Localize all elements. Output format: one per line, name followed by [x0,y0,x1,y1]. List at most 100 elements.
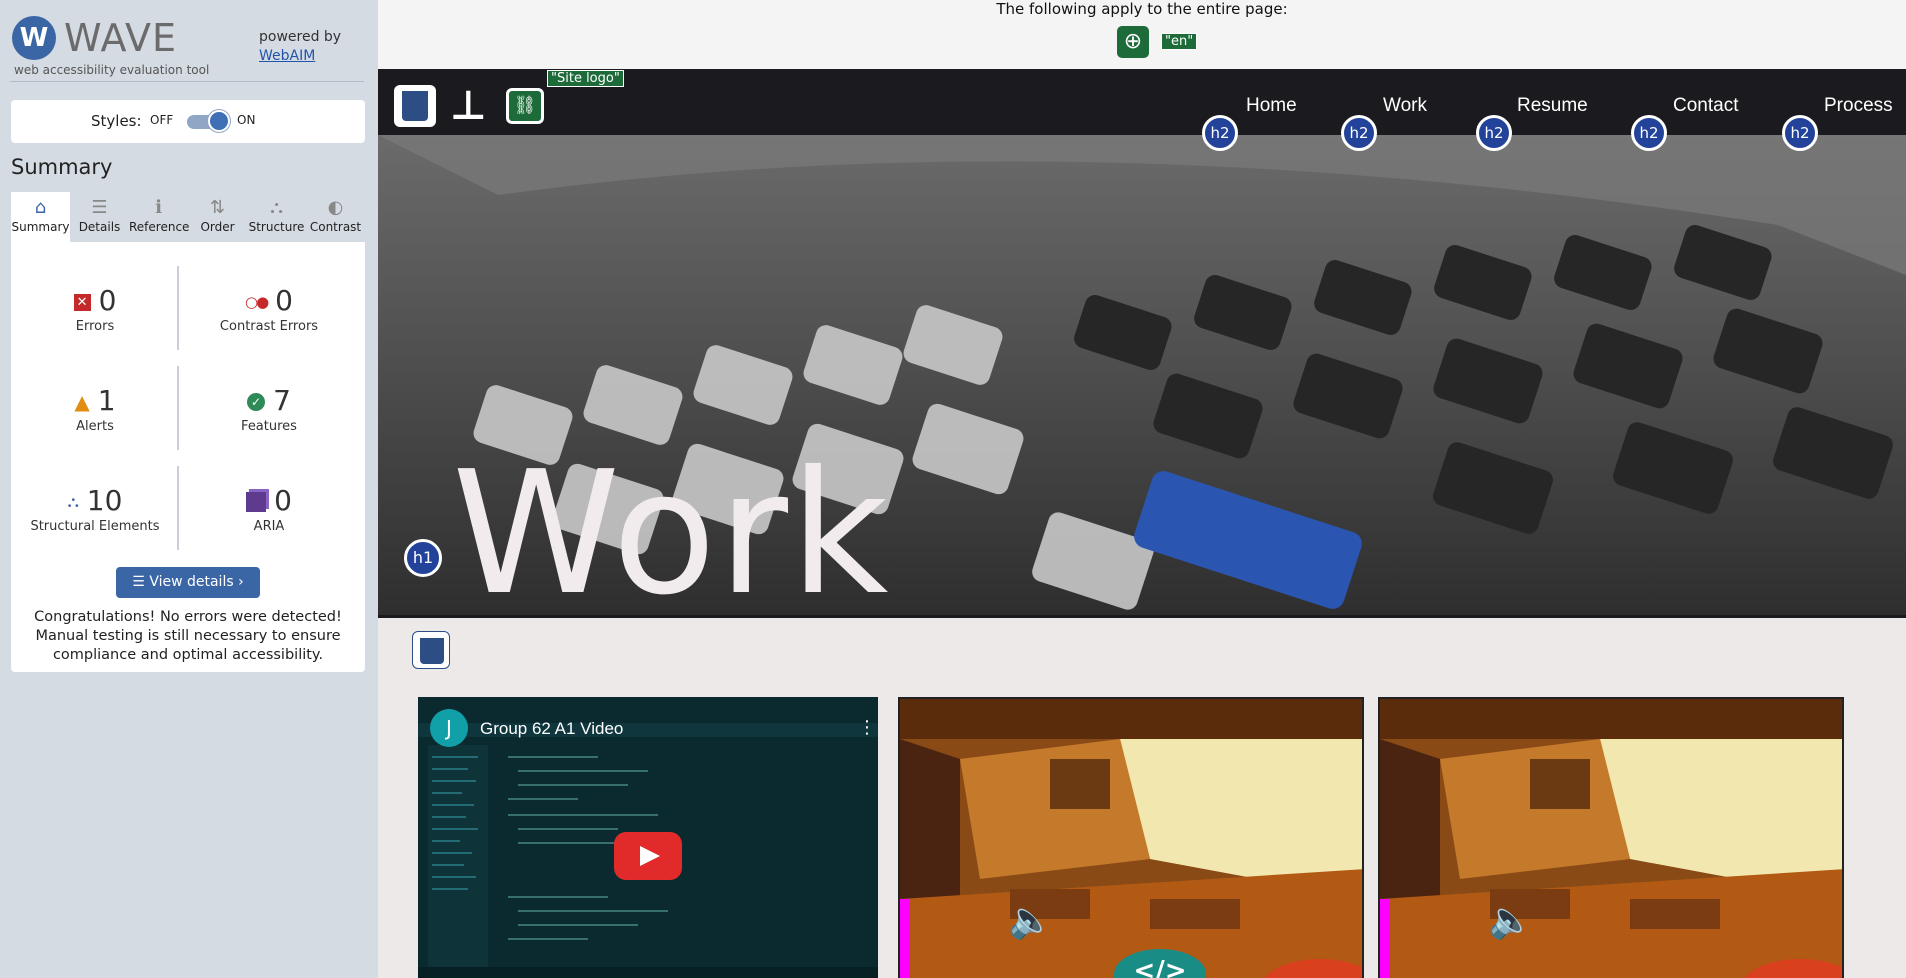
info-icon: ℹ [155,197,162,218]
hero-divider [378,615,1906,618]
view-details-label: View details › [149,574,244,590]
h2-badge-icon[interactable]: h2 [1202,115,1238,151]
feature-check-icon: ✓ [247,393,266,411]
contrast-errors-count: 0 [275,284,293,317]
tab-details[interactable]: ☰ Details [70,192,129,242]
tavern-scene-image-2[interactable]: 🔈 [1378,697,1844,978]
hero-title: Work [452,435,891,615]
toggle-knob[interactable] [208,110,230,132]
video-title[interactable]: Group 62 A1 Video [480,719,623,739]
styles-toggle-row: Styles: OFF ON [11,100,365,143]
wave-header: W WAVE web accessibility evaluation tool… [10,12,364,82]
structure-icon: ⛬ [270,197,283,218]
features-label: Features [241,419,297,434]
nav-home[interactable]: Home [1246,95,1297,117]
h2-badge-icon[interactable]: h2 [1476,115,1512,151]
tavern-render [1380,699,1842,978]
tab-structure[interactable]: ⛬ Structure [247,192,306,242]
wave-sidebar: W WAVE web accessibility evaluation tool… [0,0,378,978]
stat-structural[interactable]: ⛬ 10 Structural Elements [15,484,175,534]
page-level-notice: The following apply to the entire page: … [378,0,1906,69]
contrast-error-icon: ○● [244,293,269,311]
wave-logo-icon: W [12,16,56,60]
tab-label: Reference [129,220,190,234]
tab-summary[interactable]: ⌂ Summary [11,192,70,242]
h2-badge-icon[interactable]: h2 [1782,115,1818,151]
divider [177,266,179,350]
tab-contrast[interactable]: ◐ Contrast [306,192,365,242]
structural-label: Structural Elements [30,519,160,534]
list-icon: ☰ [91,197,108,218]
nav-resume[interactable]: Resume [1517,95,1588,117]
errors-count: 0 [98,284,117,317]
structural-count: 10 [86,484,123,517]
stat-contrast-errors[interactable]: ○● 0 Contrast Errors [189,284,349,334]
tab-order[interactable]: ⇅ Order [188,192,247,242]
divider [177,366,179,450]
speaker-icon: 🔈 [1488,900,1533,941]
webaim-link[interactable]: WebAIM [259,48,315,64]
header-region-icon[interactable] [394,85,436,127]
structure-icon: ⛬ [67,492,79,511]
nav-contact[interactable]: Contact [1673,95,1738,117]
contrast-icon: ◐ [327,197,344,218]
aria-label: ARIA [253,519,285,534]
tab-reference[interactable]: ℹ Reference [129,192,190,242]
evaluated-page: The following apply to the entire page: … [378,0,1906,978]
nav-work[interactable]: Work [1383,95,1427,117]
styles-off-label: OFF [150,113,174,127]
powered-by-text: powered by [259,29,342,45]
list-icon: ☰ [132,574,150,590]
alerts-count: 1 [97,384,116,417]
congrats-message: Congratulations! No errors were detected… [34,609,342,663]
h2-badge-icon[interactable]: h2 [1341,115,1377,151]
wave-subtitle: web accessibility evaluation tool [14,63,210,77]
youtube-play-button[interactable] [614,832,682,880]
more-options-icon[interactable]: ⋮ [858,717,876,738]
error-icon: ✕ [73,293,91,311]
styles-toggle[interactable] [187,110,230,132]
aria-count: 0 [274,484,292,517]
aria-cube-icon [246,492,267,512]
summary-panel: ✕ 0 Errors ○● 0 Contrast Errors ▲ 1 Alerts … [11,242,365,672]
order-icon: ⇅ [209,197,226,218]
alert-icon: ▲ [74,390,90,414]
tavern-scene-image-1[interactable]: 🔈 </> [898,697,1364,978]
contrast-errors-label: Contrast Errors [219,319,319,334]
view-details-button[interactable]: ☰ View details › [116,567,260,598]
tab-label: Structure [248,220,305,234]
stat-errors[interactable]: ✕ 0 Errors [15,284,175,334]
site-logo-alt-tag: "Site logo" [547,70,624,87]
language-tag: "en" [1161,33,1198,50]
language-globe-icon[interactable]: ⊕ [1117,26,1149,58]
wave-tabs: ⌂ Summary ☰ Details ℹ Reference ⇅ Order … [11,192,365,242]
section-region-icon[interactable] [412,631,450,669]
alert-redundant-icon[interactable]: ⊥ [450,83,487,129]
tab-label: Contrast [309,220,362,234]
errors-label: Errors [75,319,115,334]
summary-heading: Summary [11,155,113,179]
h2-badge-icon[interactable]: h2 [1631,115,1667,151]
nav-process[interactable]: Process [1824,95,1893,117]
linked-image-icon[interactable]: ⛓ [506,88,544,124]
stat-features[interactable]: ✓ 7 Features [189,384,349,434]
styles-label: Styles: [91,112,142,130]
wave-title: WAVE [64,16,178,60]
divider [177,466,179,550]
youtube-video-embed[interactable]: J Group 62 A1 Video ⋮ [418,697,878,978]
speaker-icon: 🔈 [1008,900,1053,941]
notice-text: The following apply to the entire page: [996,0,1288,18]
tab-label: Summary [11,220,70,234]
tavern-render [900,699,1362,978]
home-icon: ⌂ [34,197,47,218]
alerts-label: Alerts [76,419,114,434]
tab-label: Details [78,220,121,234]
stat-aria[interactable]: 0 ARIA [189,484,349,534]
styles-on-label: ON [237,113,256,127]
site-navbar: ⊥ ⛓ "Site logo" Home Work Resume Contact… [378,69,1906,151]
hero-banner: Work [378,135,1906,615]
h1-badge-icon[interactable]: h1 [404,539,442,577]
channel-avatar[interactable]: J [430,709,468,747]
features-count: 7 [273,384,291,417]
stat-alerts[interactable]: ▲ 1 Alerts [15,384,175,434]
